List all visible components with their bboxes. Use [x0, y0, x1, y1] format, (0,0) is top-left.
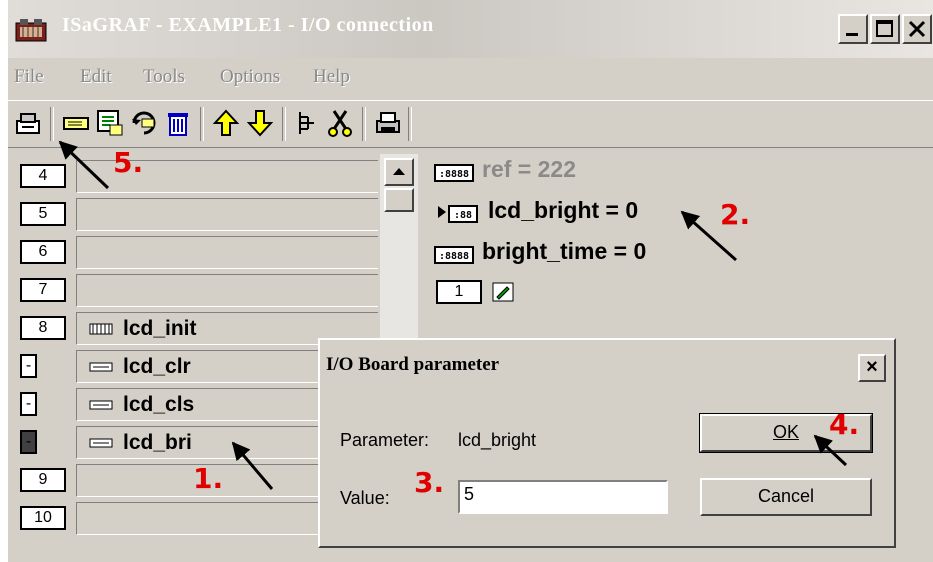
- var-bright-time[interactable]: bright_time = 0: [482, 238, 646, 265]
- tree-icon[interactable]: [294, 109, 322, 137]
- slot-label: lcd_clr: [123, 355, 191, 378]
- caret-right-icon: [438, 206, 446, 218]
- toolbar: [8, 100, 933, 148]
- channel-index: 1: [436, 280, 482, 304]
- variable-icon: :8888: [434, 246, 474, 264]
- channel-icon: [89, 362, 113, 372]
- scroll-up-button[interactable]: [384, 158, 414, 186]
- arrow-down-icon[interactable]: [246, 109, 274, 137]
- title-bar: ISaGRAF - EXAMPLE1 - I/O connection: [8, 0, 933, 58]
- channel-icon: [89, 400, 113, 410]
- list-item[interactable]: 6: [8, 236, 378, 269]
- minimize-button[interactable]: [838, 14, 868, 44]
- slot-label: lcd_init: [123, 317, 197, 340]
- slot-number: -: [20, 392, 37, 416]
- scrollbar-thumb[interactable]: [384, 188, 414, 212]
- slot-number: -: [20, 354, 37, 378]
- parameter-label: Parameter:: [340, 430, 430, 450]
- annotation-5: 5.: [113, 146, 144, 179]
- delete-icon[interactable]: [164, 109, 192, 137]
- slot-number: 8: [20, 316, 66, 340]
- menu-tools[interactable]: Tools: [143, 66, 185, 88]
- slot-label: lcd_cls: [123, 393, 195, 416]
- ok-button-label: OK: [772, 422, 799, 442]
- dialog-close-button[interactable]: ×: [858, 354, 886, 382]
- cut-icon[interactable]: [326, 109, 354, 137]
- menu-edit[interactable]: Edit: [80, 66, 112, 88]
- slot-number: 9: [20, 468, 66, 492]
- minimize-icon: [846, 33, 858, 36]
- channel-icon: [89, 438, 113, 448]
- app-icon: [15, 19, 47, 42]
- list-item[interactable]: 4: [8, 160, 378, 193]
- variable-icon: :8888: [434, 164, 474, 182]
- var-ref: ref = 222: [482, 156, 576, 182]
- svg-text::8888: :8888: [439, 169, 469, 180]
- slot-number: 5: [20, 202, 66, 226]
- slot-label: lcd_bri: [123, 431, 192, 454]
- menu-file[interactable]: File: [14, 66, 44, 88]
- close-button[interactable]: [902, 14, 932, 44]
- value-input[interactable]: 5: [458, 480, 668, 514]
- print-icon[interactable]: [374, 109, 402, 137]
- slot-number: 4: [20, 164, 66, 188]
- svg-text::8888: :8888: [439, 251, 469, 262]
- close-icon: [908, 20, 926, 38]
- window-title: ISaGRAF - EXAMPLE1 - I/O connection: [62, 14, 434, 36]
- cancel-button[interactable]: Cancel: [700, 478, 872, 516]
- slot-field[interactable]: [76, 274, 378, 307]
- menu-help[interactable]: Help: [313, 66, 350, 88]
- annotation-1: 1.: [193, 462, 224, 495]
- connect-board-icon[interactable]: [96, 109, 124, 137]
- menu-bar: File Edit Tools Options Help: [8, 62, 933, 96]
- slot-number: 6: [20, 240, 66, 264]
- menu-options[interactable]: Options: [220, 66, 280, 88]
- annotation-2: 2.: [720, 198, 751, 231]
- application-window: ISaGRAF - EXAMPLE1 - I/O connection File…: [8, 0, 933, 562]
- disconnect-board-icon[interactable]: [130, 109, 158, 137]
- slot-number: 10: [20, 506, 66, 530]
- list-item[interactable]: 7: [8, 274, 378, 307]
- maximize-button[interactable]: [870, 14, 900, 44]
- value-label: Value:: [340, 488, 390, 508]
- cancel-button-label: Cancel: [757, 486, 815, 506]
- slot-field[interactable]: [76, 236, 378, 269]
- slot-number: -: [20, 430, 37, 454]
- variable-icon: :88: [448, 205, 478, 223]
- list-item[interactable]: 5: [8, 198, 378, 231]
- maximize-icon: [876, 20, 893, 37]
- open-board-icon[interactable]: [14, 109, 42, 137]
- slot-number: 7: [20, 278, 66, 302]
- parameter-value: lcd_bright: [458, 430, 537, 450]
- svg-text::88: :88: [454, 210, 472, 221]
- arrow-up-icon: [393, 168, 405, 175]
- annotation-4: 4.: [829, 408, 860, 441]
- board-icon: [89, 323, 113, 335]
- dialog-title: I/O Board parameter: [326, 354, 500, 375]
- arrow-up-icon[interactable]: [212, 109, 240, 137]
- board-icon[interactable]: [62, 109, 90, 137]
- io-board-parameter-dialog: I/O Board parameter × Parameter: lcd_bri…: [318, 338, 896, 548]
- annotation-3: 3.: [414, 466, 445, 499]
- var-lcd-bright[interactable]: lcd_bright = 0: [488, 197, 638, 224]
- slot-field[interactable]: [76, 198, 378, 231]
- edit-icon[interactable]: [492, 282, 514, 302]
